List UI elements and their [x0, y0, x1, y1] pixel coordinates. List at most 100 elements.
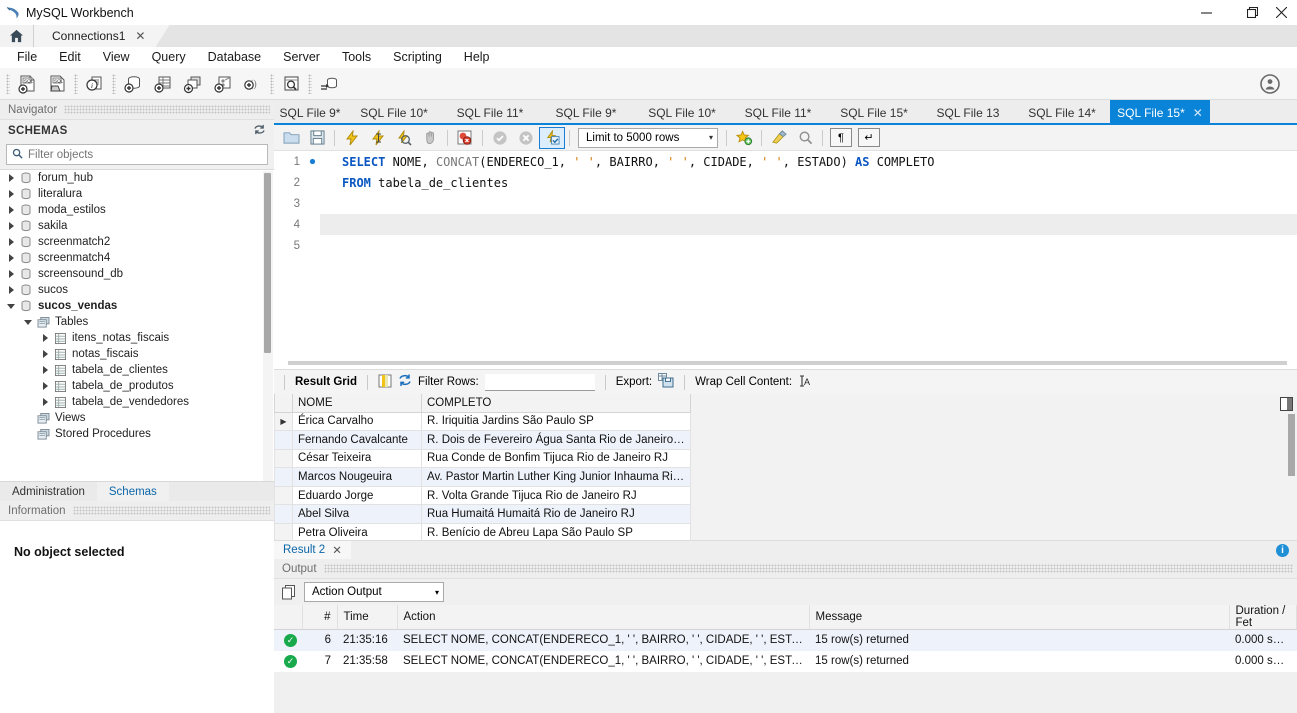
sql-tab-6[interactable]: SQL File 15* [826, 100, 922, 125]
sql-tab-1[interactable]: SQL File 10* [346, 100, 442, 125]
execute-statement-icon[interactable] [339, 127, 365, 149]
cell-nome[interactable]: Abel Silva [292, 504, 422, 525]
sql-tab-8[interactable]: SQL File 14* [1014, 100, 1110, 125]
tab-schemas[interactable]: Schemas [96, 482, 169, 501]
tree-item-screenmatch2[interactable]: screenmatch2 [0, 234, 274, 250]
tree-item-stored procedures[interactable]: Stored Procedures [0, 426, 274, 442]
close-icon[interactable]: ✕ [1193, 106, 1203, 120]
chevron-right-icon[interactable] [4, 238, 18, 246]
cell-nome[interactable]: Marcos Nougeuira [292, 467, 422, 487]
output-row[interactable]: ✓ 7 21:35:58 SELECT NOME, CONCAT(ENDERECO_1… [274, 651, 1297, 672]
sql-tab-7[interactable]: SQL File 13 [922, 100, 1014, 125]
minimize-button[interactable] [1183, 0, 1229, 25]
chevron-right-icon[interactable] [4, 174, 18, 182]
chevron-down-icon[interactable] [21, 318, 35, 326]
filter-rows-input[interactable] [484, 373, 595, 391]
column-header-completo[interactable]: COMPLETO [421, 394, 691, 413]
chevron-right-icon[interactable] [4, 270, 18, 278]
tree-item-literalura[interactable]: literalura [0, 186, 274, 202]
sql-code-editor[interactable]: 1 SELECT NOME, CONCAT(ENDERECO_1, ' ', BA… [274, 151, 1297, 369]
code-line-3[interactable]: 3 [274, 193, 1297, 214]
table-row[interactable]: Marcos Nougeuira Av. Pastor Martin Luther… [274, 467, 691, 487]
code-line-1[interactable]: 1 SELECT NOME, CONCAT(ENDERECO_1, ' ', BA… [274, 151, 1297, 172]
sql-tab-3[interactable]: SQL File 9* [538, 100, 634, 125]
tree-item-sucos[interactable]: sucos [0, 282, 274, 298]
new-view-icon[interactable] [178, 70, 208, 98]
tree-item-views[interactable]: Views [0, 410, 274, 426]
close-icon[interactable]: ✕ [332, 543, 342, 557]
tree-item-tabela-de-produtos[interactable]: tabela_de_produtos [0, 378, 274, 394]
chevron-down-icon[interactable]: ▾ [435, 588, 439, 597]
close-icon[interactable]: ✕ [135, 29, 145, 43]
code-line-2[interactable]: 2 FROM tabela_de_clientes [274, 172, 1297, 193]
sql-tab-9[interactable]: SQL File 15* ✕ [1110, 100, 1210, 125]
reconnect-server-icon[interactable] [314, 70, 344, 98]
menu-query[interactable]: Query [141, 47, 197, 68]
refresh-icon[interactable] [253, 124, 266, 138]
export-icon[interactable] [658, 373, 674, 391]
tree-item-tabela-de-vendedores[interactable]: tabela_de_vendedores [0, 394, 274, 410]
filter-objects-input[interactable] [28, 148, 262, 161]
chevron-right-icon[interactable] [38, 366, 52, 374]
chevron-right-icon[interactable] [38, 334, 52, 342]
cell-nome[interactable]: Fernando Cavalcante [292, 430, 422, 450]
toggle-wrapping-icon[interactable]: ↵ [858, 128, 880, 147]
schema-tree[interactable]: forum_hub literalura moda_estilos sakila scr… [0, 169, 274, 481]
refresh-grid-icon[interactable] [398, 374, 412, 390]
menu-server[interactable]: Server [272, 47, 331, 68]
cell-completo[interactable]: R. Volta Grande Tijuca Rio de Janeiro RJ [421, 486, 691, 506]
code-line-4[interactable]: 4 [274, 214, 1297, 235]
connection-tab-connections1[interactable]: Connections1 ✕ [34, 25, 169, 47]
limit-rows-select[interactable]: Limit to 5000 rows ▾ [578, 127, 718, 148]
beautify-query-icon[interactable] [766, 127, 792, 149]
cell-completo[interactable]: R. Iriquitia Jardins São Paulo SP [421, 412, 691, 432]
table-row[interactable]: ▶ Érica Carvalho R. Iriquitia Jardins São … [274, 412, 691, 432]
new-sql-file-icon[interactable]: SQL [12, 70, 42, 98]
save-script-icon[interactable] [304, 127, 330, 149]
cell-nome[interactable]: Érica Carvalho [292, 412, 422, 432]
tree-item-sucos-vendas[interactable]: sucos_vendas [0, 298, 274, 314]
table-row[interactable]: Abel Silva Rua Humaitá Humaitá Rio de Jan… [274, 504, 691, 525]
sql-tab-0[interactable]: SQL File 9* [274, 100, 346, 125]
filter-objects-box[interactable] [6, 144, 268, 165]
new-procedure-icon[interactable] [208, 70, 238, 98]
output-col-num[interactable]: # [302, 605, 338, 630]
cell-completo[interactable]: R. Dois de Fevereiro Água Santa Rio de J… [421, 430, 691, 450]
form-editor-icon[interactable] [378, 374, 392, 391]
execute-current-statement-icon[interactable] [365, 127, 391, 149]
chevron-right-icon[interactable] [38, 382, 52, 390]
find-icon[interactable] [792, 127, 818, 149]
explain-query-icon[interactable] [391, 127, 417, 149]
output-col-time[interactable]: Time [337, 605, 398, 630]
code-line-5[interactable]: 5 [274, 235, 1297, 256]
tree-item-screenmatch4[interactable]: screenmatch4 [0, 250, 274, 266]
table-row[interactable]: Eduardo Jorge R. Volta Grande Tijuca Rio … [274, 486, 691, 506]
maximize-button[interactable] [1229, 0, 1275, 25]
close-button[interactable] [1275, 0, 1297, 25]
tree-scrollbar[interactable] [263, 171, 273, 481]
toggle-autocommit-icon[interactable] [539, 126, 565, 149]
new-function-icon[interactable]: () [238, 70, 268, 98]
chevron-right-icon[interactable] [4, 254, 18, 262]
chevron-down-icon[interactable]: ▾ [709, 133, 713, 142]
output-col-action[interactable]: Action [397, 605, 810, 630]
menu-tools[interactable]: Tools [331, 47, 382, 68]
sql-tab-4[interactable]: SQL File 10* [634, 100, 730, 125]
connection-info-icon[interactable]: i [80, 70, 110, 98]
home-button[interactable] [0, 25, 34, 47]
new-table-icon[interactable] [148, 70, 178, 98]
search-data-icon[interactable] [276, 70, 306, 98]
sql-tab-2[interactable]: SQL File 11* [442, 100, 538, 125]
open-script-icon[interactable] [278, 127, 304, 149]
table-row[interactable]: César Teixeira Rua Conde de Bonfim Tijuca… [274, 449, 691, 469]
tree-item-moda-estilos[interactable]: moda_estilos [0, 202, 274, 218]
cell-completo[interactable]: Rua Conde de Bonfim Tijuca Rio de Janeir… [421, 449, 691, 469]
tree-item-tabela-de-clientes[interactable]: tabela_de_clientes [0, 362, 274, 378]
tree-item-screensound-db[interactable]: screensound_db [0, 266, 274, 282]
chevron-down-icon[interactable] [4, 302, 18, 310]
tree-item-forum-hub[interactable]: forum_hub [0, 170, 274, 186]
cell-completo[interactable]: Av. Pastor Martin Luther King Junior Inh… [421, 467, 691, 487]
tree-item-itens-notas-fiscais[interactable]: itens_notas_fiscais [0, 330, 274, 346]
toggle-invisible-chars-icon[interactable]: ¶ [830, 128, 852, 147]
info-icon[interactable]: i [1276, 544, 1289, 557]
